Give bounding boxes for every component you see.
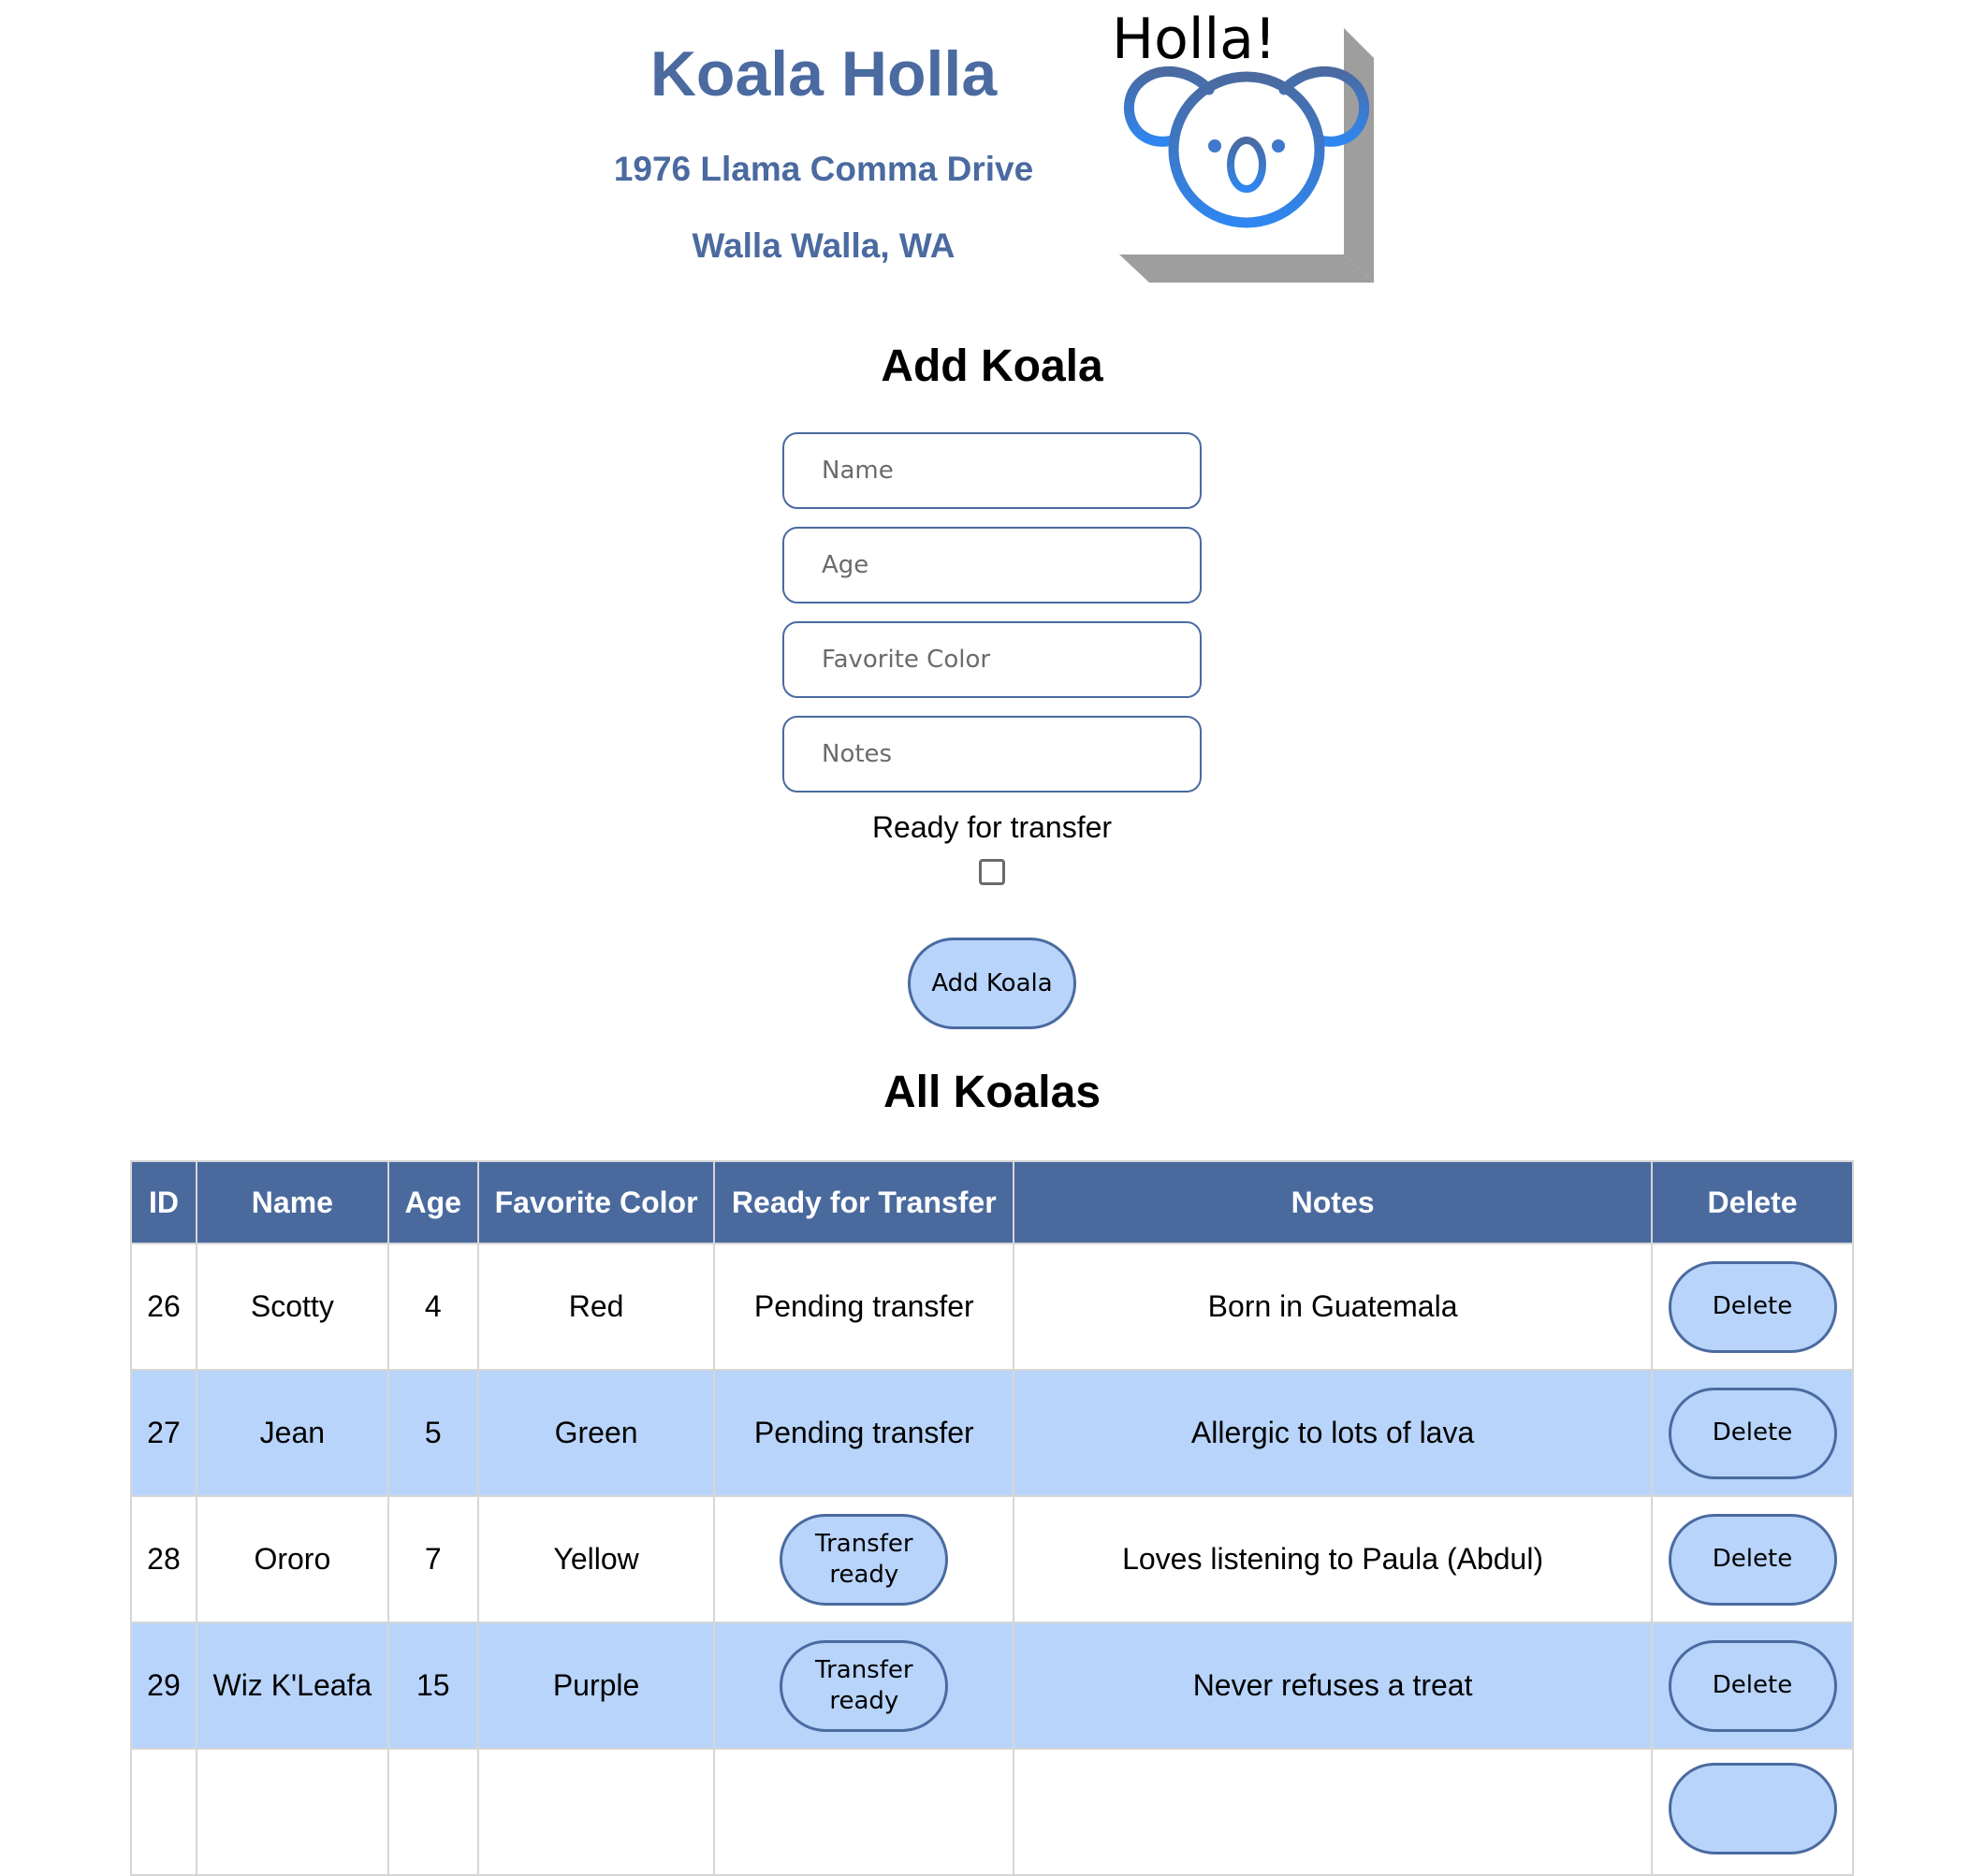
logo-text: Holla!	[1112, 9, 1276, 72]
delete-button[interactable]: Delete	[1668, 1639, 1837, 1732]
column-header-delete: Delete	[1651, 1160, 1854, 1244]
address-street: 1976 Llama Comma Drive	[613, 150, 1034, 188]
column-header-name: Name	[195, 1160, 389, 1244]
cell-notes: Born in Guatemala	[1013, 1243, 1654, 1371]
delete-button[interactable]: Delete	[1668, 1387, 1837, 1479]
table-row: 28 Ororo 7 Yellow Transfer ready Loves l…	[130, 1495, 1854, 1623]
cell-name: Jean	[195, 1369, 389, 1497]
table-row: 26 Scotty 4 Red Pending transfer Born in…	[130, 1243, 1854, 1371]
address-city: Walla Walla, WA	[692, 226, 956, 265]
add-koala-heading: Add Koala	[881, 342, 1103, 391]
ready-for-transfer-label: Ready for transfer	[871, 810, 1113, 844]
cell-name: Scotty	[195, 1243, 389, 1371]
cell-id: 29	[130, 1622, 197, 1750]
table-header-row: ID Name Age Favorite Color Ready for Tra…	[130, 1160, 1854, 1244]
koalas-table: ID Name Age Favorite Color Ready for Tra…	[130, 1160, 1854, 1876]
delete-button[interactable]: Delete	[1668, 1260, 1837, 1353]
cell-id: 26	[130, 1243, 197, 1371]
all-koalas-heading: All Koalas	[883, 1068, 1101, 1117]
ready-for-transfer-checkbox[interactable]	[979, 859, 1005, 885]
name-input[interactable]	[782, 432, 1202, 509]
transfer-ready-button[interactable]: Transfer ready	[780, 1513, 949, 1606]
table-row	[130, 1748, 1854, 1876]
cell-name: Wiz K'Leafa	[195, 1622, 389, 1750]
cell-transfer-status: Transfer ready	[713, 1622, 1015, 1750]
age-input[interactable]	[782, 527, 1202, 604]
column-header-ready-for-transfer: Ready for Transfer	[713, 1160, 1015, 1244]
cell-id: 28	[130, 1495, 197, 1623]
cell-favorite-color: Yellow	[476, 1495, 716, 1623]
cell-transfer-status	[713, 1748, 1015, 1876]
cell-favorite-color	[476, 1748, 716, 1876]
cell-age	[387, 1748, 479, 1876]
favorite-color-input[interactable]	[782, 621, 1202, 698]
cell-age: 4	[387, 1243, 479, 1371]
cell-notes: Loves listening to Paula (Abdul)	[1013, 1495, 1654, 1623]
table-row: 29 Wiz K'Leafa 15 Purple Transfer ready …	[130, 1622, 1854, 1750]
cell-notes: Never refuses a treat	[1013, 1622, 1654, 1750]
cell-delete: Delete	[1651, 1369, 1854, 1497]
cell-delete: Delete	[1651, 1495, 1854, 1623]
site-title: Koala Holla	[649, 38, 998, 109]
cell-delete: Delete	[1651, 1243, 1854, 1371]
cell-notes: Allergic to lots of lava	[1013, 1369, 1654, 1497]
cell-transfer-status: Transfer ready	[713, 1495, 1015, 1623]
cell-name	[195, 1748, 389, 1876]
cell-delete: Delete	[1651, 1622, 1854, 1750]
table-row: 27 Jean 5 Green Pending transfer Allergi…	[130, 1369, 1854, 1497]
cell-id	[130, 1748, 197, 1876]
column-header-favorite-color: Favorite Color	[476, 1160, 716, 1244]
cell-transfer-status: Pending transfer	[713, 1243, 1015, 1371]
site-header: Koala Holla 1976 Llama Comma Drive Walla…	[0, 0, 1984, 290]
column-header-notes: Notes	[1013, 1160, 1654, 1244]
column-header-id: ID	[130, 1160, 197, 1244]
add-koala-button[interactable]: Add Koala	[908, 938, 1076, 1029]
transfer-ready-button[interactable]: Transfer ready	[780, 1639, 949, 1732]
cell-delete	[1651, 1748, 1854, 1876]
cell-notes	[1013, 1748, 1654, 1876]
cell-favorite-color: Green	[476, 1369, 716, 1497]
column-header-age: Age	[387, 1160, 479, 1244]
koala-logo: Holla!	[1112, 7, 1374, 290]
cell-age: 7	[387, 1495, 479, 1623]
notes-input[interactable]	[782, 716, 1202, 793]
cell-id: 27	[130, 1369, 197, 1497]
delete-button[interactable]: Delete	[1668, 1513, 1837, 1606]
cell-favorite-color: Red	[476, 1243, 716, 1371]
delete-button[interactable]	[1668, 1762, 1837, 1854]
cell-age: 15	[387, 1622, 479, 1750]
cell-favorite-color: Purple	[476, 1622, 716, 1750]
cell-name: Ororo	[195, 1495, 389, 1623]
koala-face-icon: Holla!	[1112, 7, 1374, 283]
cell-age: 5	[387, 1369, 479, 1497]
cell-transfer-status: Pending transfer	[713, 1369, 1015, 1497]
